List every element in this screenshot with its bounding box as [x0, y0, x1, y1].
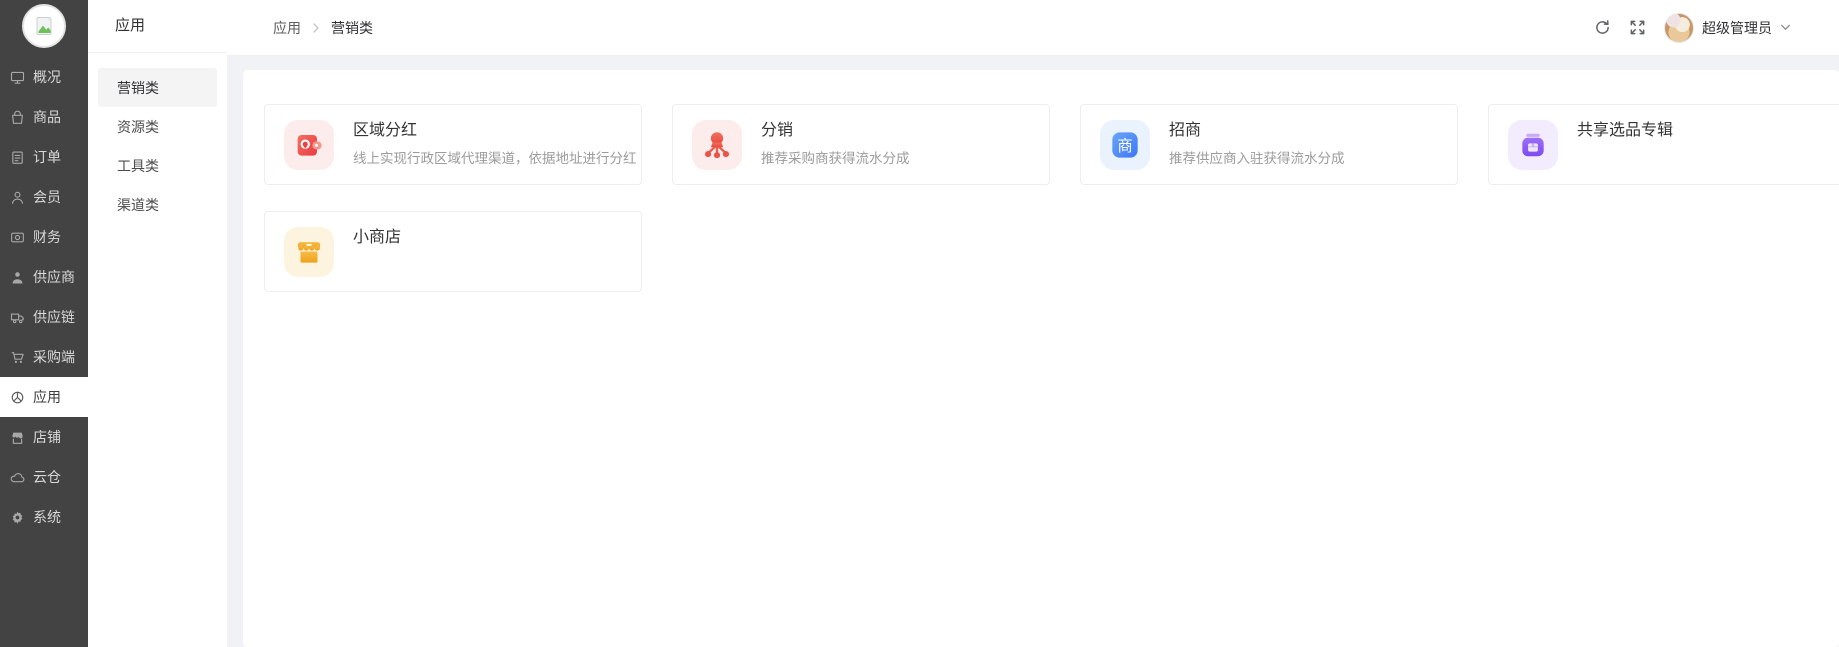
sidebar-item-2[interactable]: 订单	[0, 137, 88, 177]
app-card-0[interactable]: 区域分红线上实现行政区域代理渠道，依据地址进行分红	[264, 104, 642, 185]
sidebar-item-6[interactable]: 供应链	[0, 297, 88, 337]
goods-bag-icon	[10, 110, 25, 125]
sidebar-item-label: 云仓	[33, 469, 61, 485]
submenu-item-label: 渠道类	[117, 196, 159, 213]
sidebar-item-label: 财务	[33, 229, 61, 245]
sidebar-item-label: 应用	[33, 389, 61, 405]
chevron-right-icon	[310, 22, 322, 34]
sidebar-item-3[interactable]: 会员	[0, 177, 88, 217]
app-card-4[interactable]: 小商店	[264, 211, 642, 292]
sidebar-item-label: 系统	[33, 509, 61, 525]
sidebar-item-label: 订单	[33, 149, 61, 165]
image-placeholder-icon	[32, 14, 56, 38]
sidebar-item-label: 商品	[33, 109, 61, 125]
breadcrumb: 应用 营销类	[273, 18, 373, 38]
app-card-text: 分销推荐采购商获得流水分成	[761, 105, 910, 166]
primary-sidebar: 概况商品订单会员财务供应商供应链采购端应用店铺云仓系统	[0, 0, 88, 647]
purchase-cart-icon	[10, 350, 25, 365]
sidebar-item-5[interactable]: 供应商	[0, 257, 88, 297]
user-avatar	[1664, 12, 1694, 43]
user-menu[interactable]: 超级管理员	[1664, 12, 1791, 43]
sidebar-item-11[interactable]: 系统	[0, 497, 88, 537]
primary-nav: 概况商品订单会员财务供应商供应链采购端应用店铺云仓系统	[0, 57, 88, 537]
sidebar-item-0[interactable]: 概况	[0, 57, 88, 97]
mini-store-icon	[284, 226, 334, 277]
app-logo[interactable]	[22, 4, 66, 48]
apps-icon	[10, 390, 25, 405]
supply-chain-icon	[10, 310, 25, 325]
submenu-item-label: 工具类	[117, 157, 159, 174]
header-actions: 超级管理员	[1594, 12, 1791, 43]
member-icon	[10, 190, 25, 205]
app-card-title: 小商店	[353, 229, 402, 246]
user-name: 超级管理员	[1702, 19, 1772, 36]
sidebar-item-label: 供应链	[33, 309, 75, 325]
app-card-2[interactable]: 商 招商推荐供应商入驻获得流水分成	[1080, 104, 1458, 185]
sidebar-item-4[interactable]: 财务	[0, 217, 88, 257]
sidebar-item-label: 店铺	[33, 429, 61, 445]
chevron-down-icon	[1780, 22, 1791, 33]
sidebar-item-8[interactable]: 应用	[0, 377, 88, 417]
submenu-item-3[interactable]: 渠道类	[98, 185, 217, 224]
sidebar-item-label: 采购端	[33, 349, 75, 365]
sidebar-item-10[interactable]: 云仓	[0, 457, 88, 497]
app-card-text: 共享选品专辑	[1577, 105, 1673, 140]
submenu-item-label: 营销类	[117, 79, 159, 96]
sidebar-item-label: 供应商	[33, 269, 75, 285]
app-card-text: 区域分红线上实现行政区域代理渠道，依据地址进行分红	[353, 105, 637, 166]
sidebar-item-label: 会员	[33, 189, 61, 205]
sidebar-item-1[interactable]: 商品	[0, 97, 88, 137]
fullscreen-icon[interactable]	[1629, 19, 1646, 36]
system-gear-icon	[10, 510, 25, 525]
finance-icon	[10, 230, 25, 245]
wallet-location-icon	[284, 119, 334, 170]
sidebar-item-9[interactable]: 店铺	[0, 417, 88, 457]
cloud-icon	[10, 470, 25, 485]
app-card-grid: 区域分红 线上实现行政区域代理渠道，依据地址进行分红 分销 推荐采购商获得流水分成商招…	[264, 104, 1839, 292]
supplier-icon	[10, 270, 25, 285]
app-card-text: 招商推荐供应商入驻获得流水分成	[1169, 105, 1345, 166]
app-card-title: 分销	[761, 122, 794, 139]
app-card-text: 小商店	[353, 212, 401, 247]
content-panel: 区域分红 线上实现行政区域代理渠道，依据地址进行分红 分销 推荐采购商获得流水分成商招…	[243, 70, 1839, 647]
merchant-badge-icon: 商	[1100, 119, 1150, 170]
shared-album-icon	[1508, 119, 1558, 170]
refresh-icon[interactable]	[1594, 19, 1611, 36]
app-card-title: 共享选品专辑	[1577, 122, 1674, 139]
submenu-item-label: 资源类	[117, 118, 159, 135]
app-card-title: 招商	[1169, 122, 1202, 139]
header: 应用 营销类 超级管理员	[227, 0, 1839, 56]
submenu-item-1[interactable]: 资源类	[98, 107, 217, 146]
app-card-3[interactable]: 共享选品专辑	[1488, 104, 1839, 185]
order-list-icon	[10, 150, 25, 165]
monitor-icon	[10, 70, 25, 85]
secondary-nav: 营销类资源类工具类渠道类	[88, 53, 227, 224]
app-card-1[interactable]: 分销推荐采购商获得流水分成	[672, 104, 1050, 185]
submenu-item-0[interactable]: 营销类	[98, 68, 217, 107]
shop-icon	[10, 430, 25, 445]
svg-text:商: 商	[1117, 137, 1132, 154]
distribution-network-icon	[692, 119, 742, 170]
secondary-sidebar-title: 应用	[88, 0, 227, 53]
submenu-item-2[interactable]: 工具类	[98, 146, 217, 185]
breadcrumb-item-apps[interactable]: 应用	[273, 18, 301, 38]
sidebar-item-label: 概况	[33, 69, 61, 85]
secondary-sidebar: 应用 营销类资源类工具类渠道类	[88, 0, 227, 647]
sidebar-item-7[interactable]: 采购端	[0, 337, 88, 377]
breadcrumb-item-current: 营销类	[331, 19, 373, 36]
app-card-title: 区域分红	[353, 122, 418, 139]
app-card-desc: 推荐供应商入驻获得流水分成	[1169, 151, 1345, 166]
app-card-desc: 推荐采购商获得流水分成	[761, 151, 910, 166]
app-card-desc: 线上实现行政区域代理渠道，依据地址进行分红	[353, 151, 637, 166]
